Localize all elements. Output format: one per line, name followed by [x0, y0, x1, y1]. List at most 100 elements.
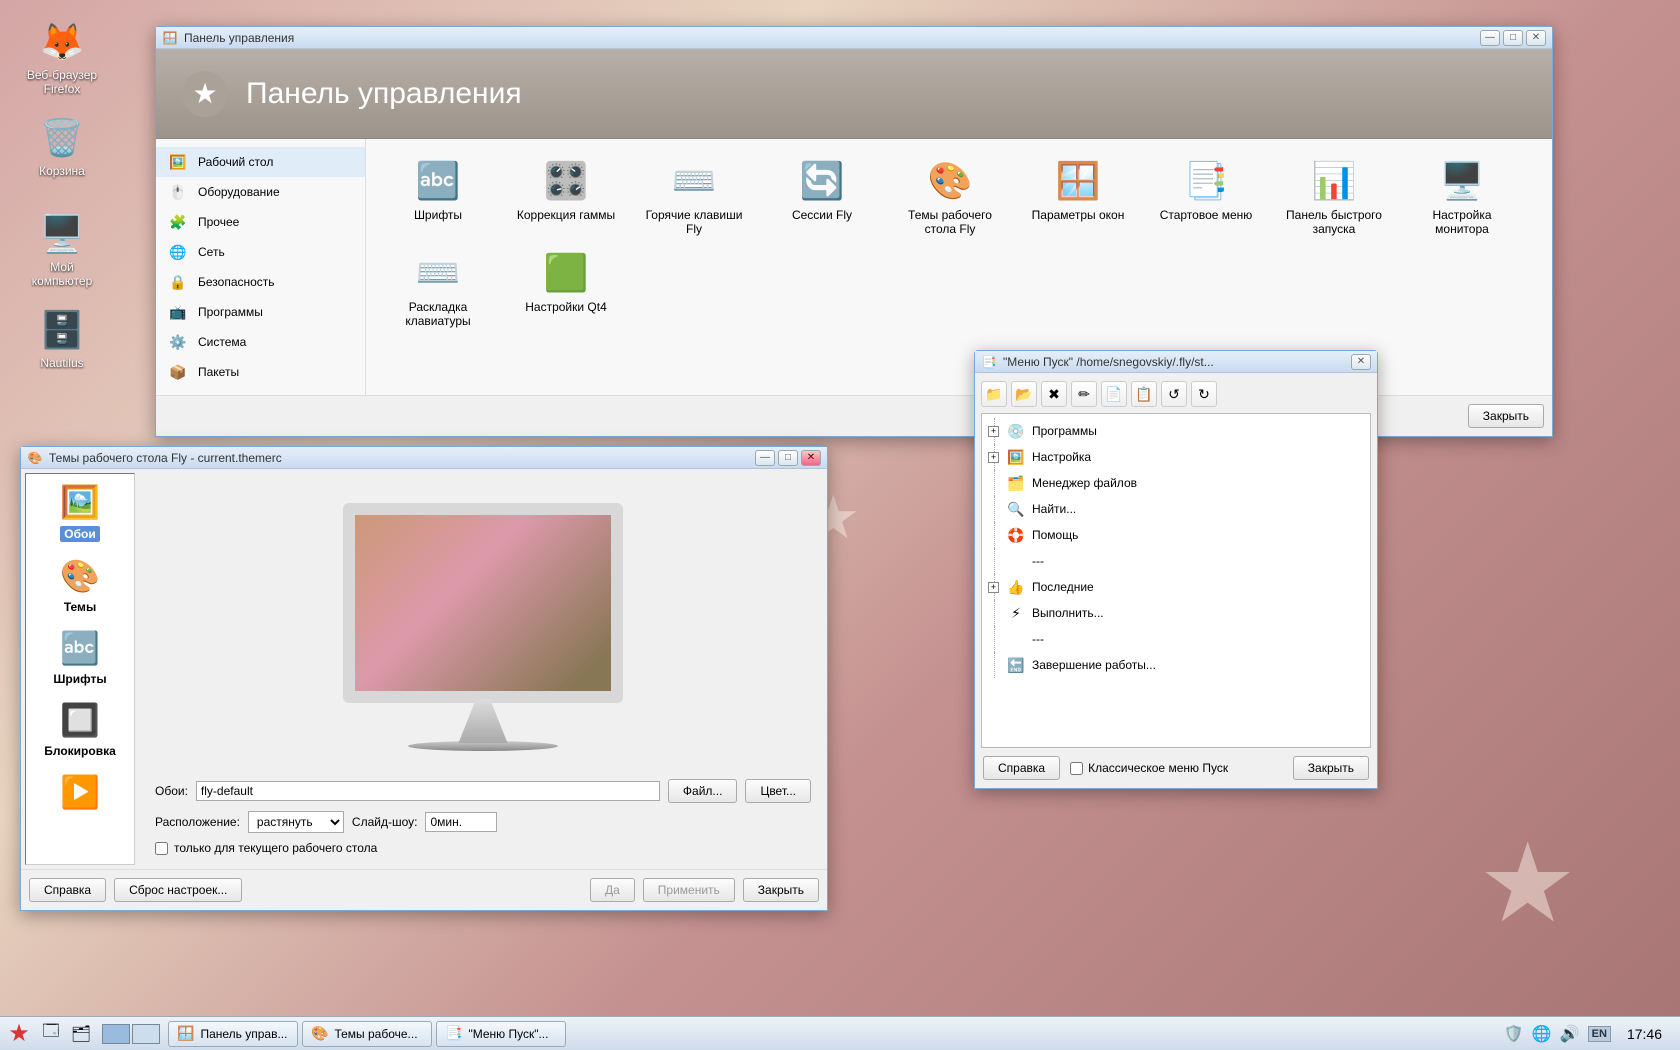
help-button[interactable]: Справка: [983, 756, 1060, 780]
item-label: Параметры окон: [1022, 208, 1134, 222]
wallpaper-input[interactable]: [196, 781, 660, 801]
sidebar-item[interactable]: 🖼️Рабочий стол: [156, 147, 365, 177]
control-panel-item[interactable]: 🪟Параметры окон: [1018, 153, 1138, 241]
task-label: Темы рабоче...: [334, 1027, 417, 1041]
control-panel-item[interactable]: 🎨Темы рабочего стола Fly: [890, 153, 1010, 241]
toolbar-button[interactable]: 📄: [1101, 381, 1127, 407]
titlebar[interactable]: 🪟 Панель управления — □ ✕: [156, 27, 1552, 49]
close-button[interactable]: ✕: [801, 450, 821, 466]
tree-item[interactable]: 🛟Помощь: [986, 522, 1366, 548]
current-desktop-checkbox[interactable]: только для текущего рабочего стола: [155, 841, 377, 855]
control-panel-item[interactable]: 🔄Сессии Fly: [762, 153, 882, 241]
yes-button[interactable]: Да: [590, 878, 635, 902]
show-desktop-button[interactable]: 🗔: [38, 1021, 64, 1047]
sidebar-item[interactable]: 🌐Сеть: [156, 237, 365, 267]
toolbar-button[interactable]: 📁: [981, 381, 1007, 407]
clock[interactable]: 17:46: [1619, 1026, 1670, 1042]
minimize-button[interactable]: —: [1480, 30, 1500, 46]
themes-tab[interactable]: 🖼️Обои: [26, 474, 134, 548]
toolbar-button[interactable]: 📋: [1131, 381, 1157, 407]
desktop-pager[interactable]: [102, 1024, 160, 1044]
pager-desktop-1[interactable]: [102, 1024, 130, 1044]
tree-item[interactable]: +👍Последние: [986, 574, 1366, 600]
sidebar-item[interactable]: 🖱️Оборудование: [156, 177, 365, 207]
sidebar-item[interactable]: 🔒Безопасность: [156, 267, 365, 297]
desktop-icon-firefox[interactable]: 🦊Веб-браузерFirefox: [12, 18, 112, 97]
language-indicator[interactable]: EN: [1588, 1026, 1611, 1042]
control-panel-item[interactable]: 📊Панель быстрого запуска: [1274, 153, 1394, 241]
themes-tab[interactable]: ▶️: [26, 764, 134, 822]
tray-icon[interactable]: 🛡️: [1504, 1024, 1524, 1044]
tree-item[interactable]: 🗂️Менеджер файлов: [986, 470, 1366, 496]
start-button[interactable]: ★: [4, 1019, 34, 1049]
close-button[interactable]: ✕: [1526, 30, 1546, 46]
toolbar-button[interactable]: ✏: [1071, 381, 1097, 407]
quicklaunch-button[interactable]: 🗂: [68, 1021, 94, 1047]
themes-tab[interactable]: 🎨Темы: [26, 548, 134, 620]
item-icon: 🎨: [926, 157, 974, 205]
control-panel-item[interactable]: 🟩Настройки Qt4: [506, 245, 626, 333]
control-panel-item[interactable]: 🔤Шрифты: [378, 153, 498, 241]
tray-icon[interactable]: 🌐: [1532, 1024, 1552, 1044]
pager-desktop-2[interactable]: [132, 1024, 160, 1044]
close-button[interactable]: ✕: [1351, 354, 1371, 370]
category-icon: 📺: [168, 302, 188, 322]
control-panel-item[interactable]: 📑Стартовое меню: [1146, 153, 1266, 241]
tree-item[interactable]: 🔍Найти...: [986, 496, 1366, 522]
category-label: Оборудование: [198, 185, 280, 199]
tree-item[interactable]: 🔚Завершение работы...: [986, 652, 1366, 678]
close-button[interactable]: Закрыть: [1293, 756, 1369, 780]
control-panel-item[interactable]: ⌨️Раскладка клавиатуры: [378, 245, 498, 333]
tree-item[interactable]: ---: [986, 626, 1366, 652]
firefox-icon: 🦊: [38, 18, 86, 66]
current-desktop-check[interactable]: [155, 842, 168, 855]
reset-button[interactable]: Сброс настроек...: [114, 878, 242, 902]
themes-tab[interactable]: 🔲Блокировка: [26, 692, 134, 764]
control-panel-item[interactable]: 🖥️Настройка монитора: [1402, 153, 1522, 241]
file-button[interactable]: Файл...: [668, 779, 738, 803]
minimize-button[interactable]: —: [755, 450, 775, 466]
sidebar-item[interactable]: 🧩Прочее: [156, 207, 365, 237]
themes-tab[interactable]: 🔤Шрифты: [26, 620, 134, 692]
tree-item[interactable]: +🖼️Настройка: [986, 444, 1366, 470]
classic-menu-checkbox[interactable]: Классическое меню Пуск: [1070, 761, 1228, 775]
titlebar[interactable]: 📑 "Меню Пуск" /home/snegovskiy/.fly/st..…: [975, 351, 1377, 373]
close-button[interactable]: Закрыть: [743, 878, 819, 902]
maximize-button[interactable]: □: [1503, 30, 1523, 46]
sidebar-item[interactable]: 📦Пакеты: [156, 357, 365, 387]
taskbar-task[interactable]: 🎨Темы рабоче...: [302, 1021, 432, 1047]
control-panel-item[interactable]: 🎛️Коррекция гаммы: [506, 153, 626, 241]
expand-toggle[interactable]: +: [988, 426, 999, 437]
maximize-button[interactable]: □: [778, 450, 798, 466]
volume-icon[interactable]: 🔊: [1560, 1024, 1580, 1044]
control-panel-item[interactable]: ⌨️Горячие клавиши Fly: [634, 153, 754, 241]
sidebar-item[interactable]: ⚙️Система: [156, 327, 365, 357]
item-label: Сессии Fly: [766, 208, 878, 222]
category-label: Программы: [198, 305, 263, 319]
tree-item[interactable]: +💿Программы: [986, 418, 1366, 444]
taskbar-task[interactable]: 📑"Меню Пуск"...: [436, 1021, 566, 1047]
toolbar-button[interactable]: ✖: [1041, 381, 1067, 407]
layout-select[interactable]: растянуть: [248, 811, 344, 833]
desktop-icon-computer[interactable]: 🖥️Мойкомпьютер: [12, 210, 112, 289]
expand-toggle[interactable]: +: [988, 582, 999, 593]
slideshow-input[interactable]: [425, 812, 497, 832]
task-icon: 🪟: [177, 1025, 194, 1042]
desktop-icon-trash[interactable]: 🗑️Корзина: [12, 114, 112, 178]
tab-icon: ▶️: [56, 770, 104, 814]
sidebar-item[interactable]: 📺 Программы: [156, 297, 365, 327]
apply-button[interactable]: Применить: [643, 878, 735, 902]
tree-item[interactable]: ---: [986, 548, 1366, 574]
expand-toggle[interactable]: +: [988, 452, 999, 463]
desktop-icon-nautilus[interactable]: 🗄️Nautilus: [12, 306, 112, 370]
toolbar-button[interactable]: ↺: [1161, 381, 1187, 407]
toolbar-button[interactable]: ↻: [1191, 381, 1217, 407]
help-button[interactable]: Справка: [29, 878, 106, 902]
classic-menu-check[interactable]: [1070, 762, 1083, 775]
taskbar-task[interactable]: 🪟Панель управ...: [168, 1021, 298, 1047]
tree-item[interactable]: ⚡Выполнить...: [986, 600, 1366, 626]
titlebar[interactable]: 🎨 Темы рабочего стола Fly - current.them…: [21, 447, 827, 469]
color-button[interactable]: Цвет...: [745, 779, 811, 803]
toolbar-button[interactable]: 📂: [1011, 381, 1037, 407]
close-button[interactable]: Закрыть: [1468, 404, 1544, 428]
